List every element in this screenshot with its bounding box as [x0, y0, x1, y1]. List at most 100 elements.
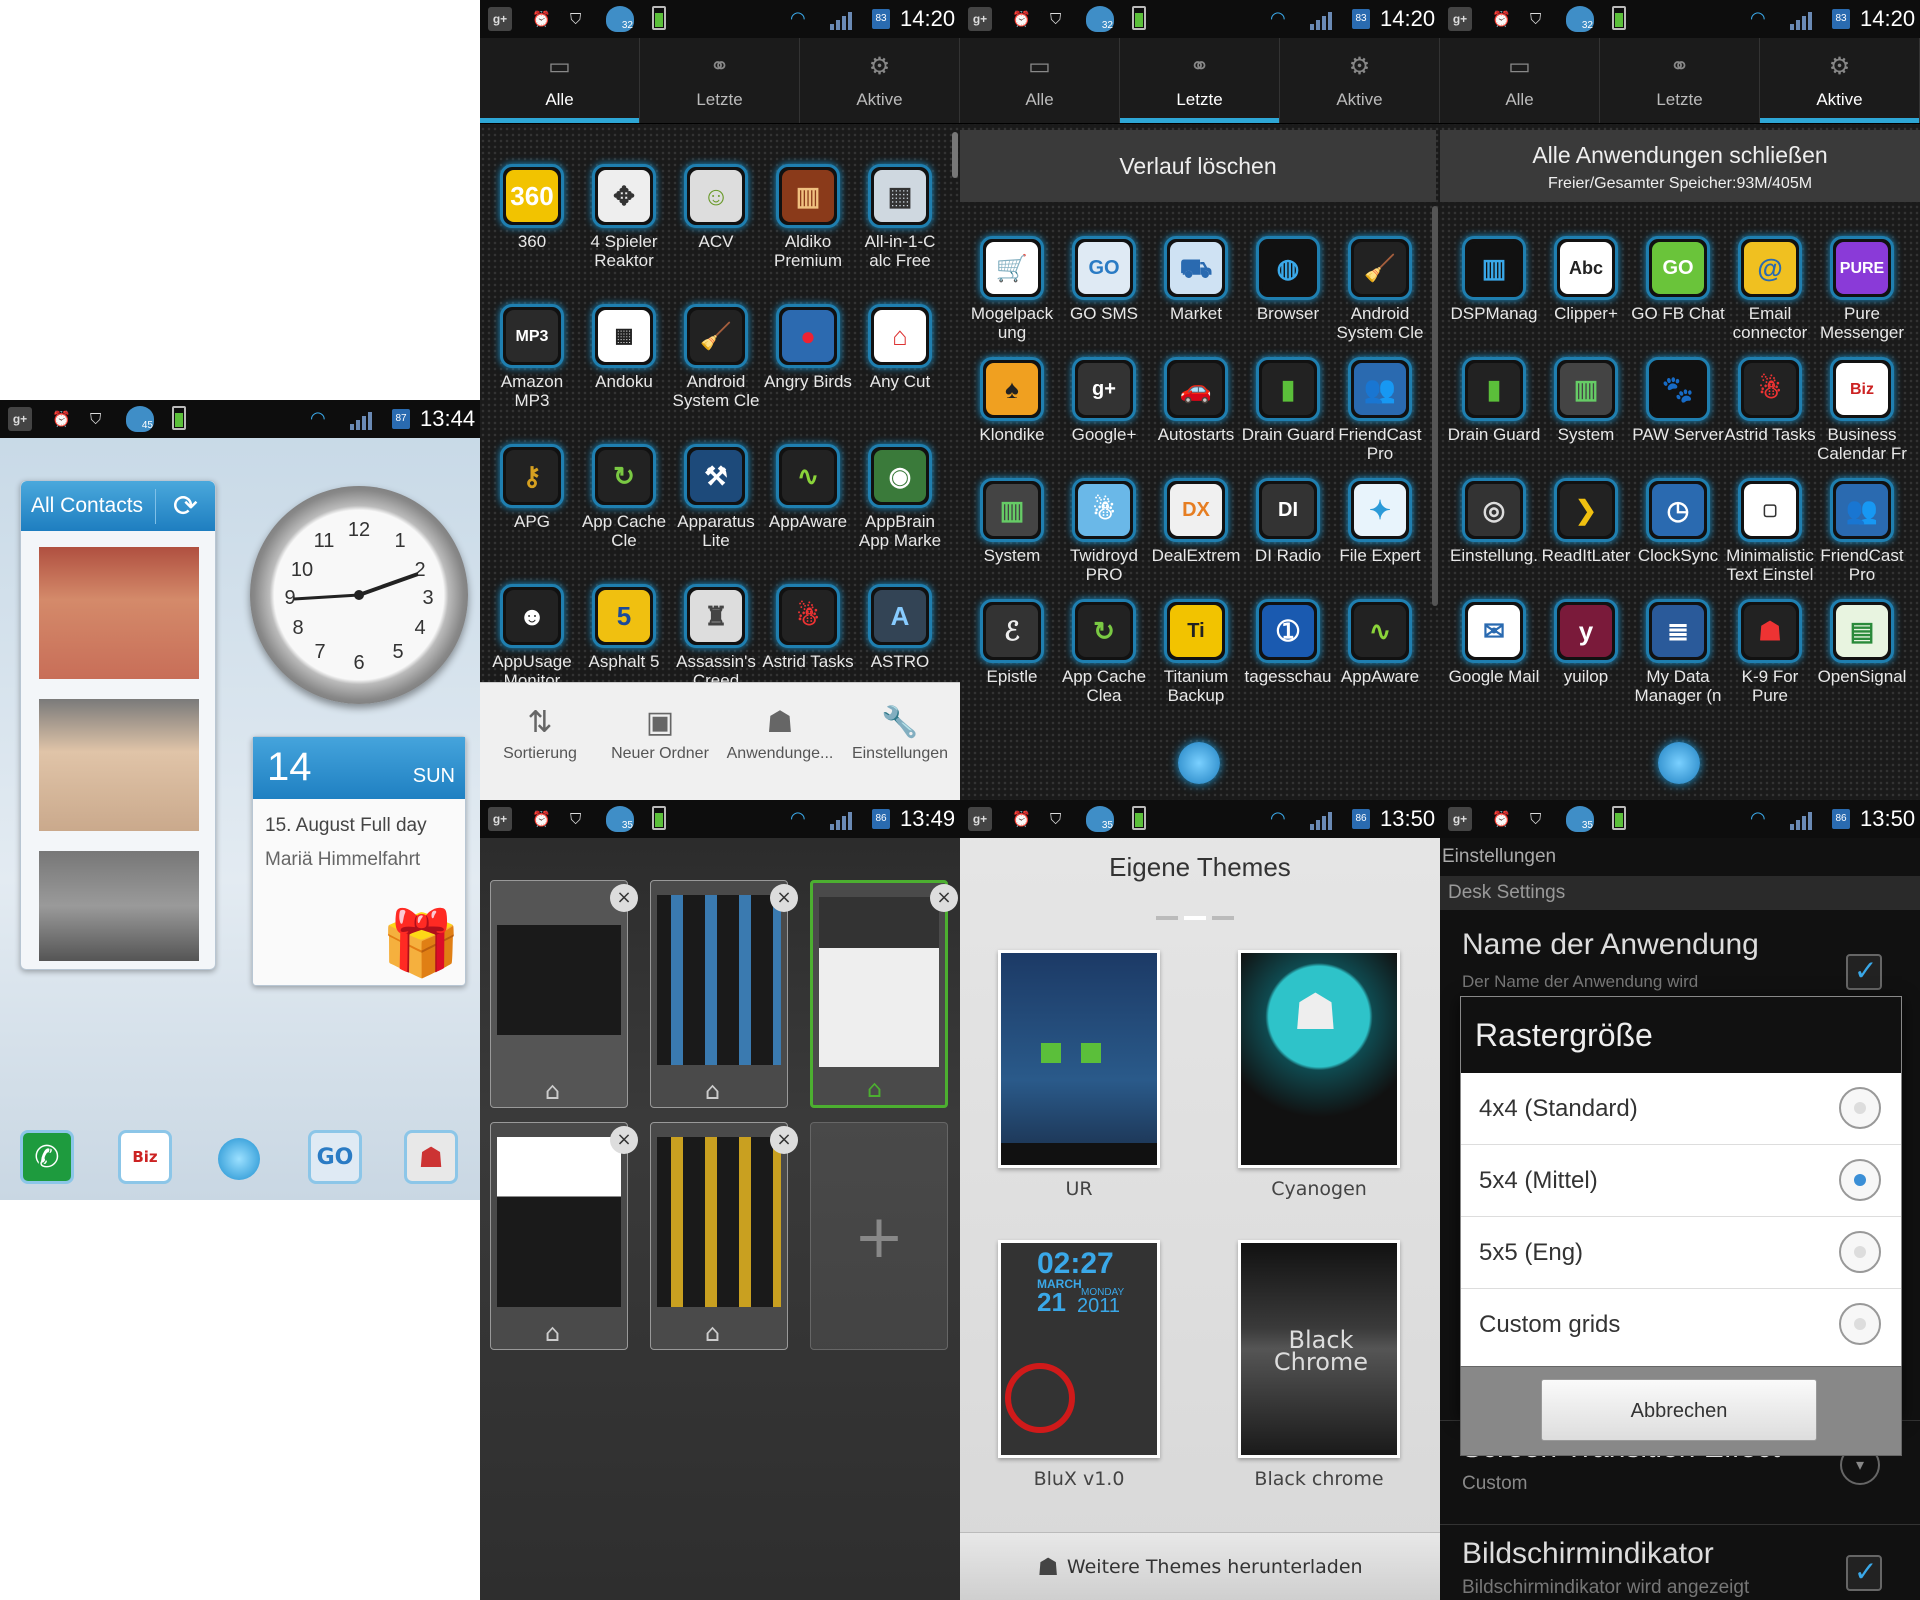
- app-icon[interactable]: ▢ Minimalistic Text Einstel: [1724, 478, 1816, 599]
- refresh-icon[interactable]: ⟳: [155, 488, 215, 524]
- close-all-button[interactable]: Alle Anwendungen schließen Freier/Gesamt…: [1440, 130, 1920, 202]
- app-icon[interactable]: 👥 FriendCast Pro: [1816, 478, 1908, 599]
- contact-photo[interactable]: [39, 851, 199, 961]
- app-icon[interactable]: GO GO FB Chat: [1631, 236, 1725, 357]
- calendar-icon[interactable]: Biz: [118, 1130, 172, 1184]
- tab-recent[interactable]: ⚭ Letzte: [640, 38, 800, 123]
- app-icon[interactable]: ❯ ReadItLater: [1540, 478, 1632, 599]
- app-icon[interactable]: 👥 FriendCast Pro: [1334, 357, 1426, 478]
- app-icon[interactable]: ▥ System: [1540, 357, 1632, 478]
- home-icon[interactable]: ⌂: [545, 1077, 560, 1105]
- tab-active[interactable]: ⚙ Aktive: [1280, 38, 1440, 123]
- app-icon[interactable]: ▥ DSPManag: [1448, 236, 1540, 357]
- app-icon[interactable]: DI DI Radio: [1242, 478, 1334, 599]
- indicator-checkbox[interactable]: [1846, 1555, 1882, 1591]
- dialog-option[interactable]: Custom grids: [1461, 1289, 1901, 1361]
- app-icon[interactable]: ◍ Browser: [1242, 236, 1334, 357]
- close-icon[interactable]: ×: [770, 1126, 798, 1154]
- add-screen-button[interactable]: +: [810, 1122, 948, 1350]
- robot-icon[interactable]: ☗: [404, 1130, 458, 1184]
- app-icon[interactable]: ▦ Andoku: [578, 304, 670, 444]
- close-icon[interactable]: ×: [770, 884, 798, 912]
- app-icon[interactable]: @ Email connector: [1724, 236, 1816, 357]
- tab-all[interactable]: ▭ Alle: [480, 38, 640, 123]
- app-icon[interactable]: ▦ All-in-1-C alc Free: [854, 164, 946, 304]
- app-icon[interactable]: 🧹 Android System Cle: [670, 304, 762, 444]
- app-icon[interactable]: g+ Google+: [1058, 357, 1150, 478]
- close-icon[interactable]: ×: [610, 1126, 638, 1154]
- app-icon[interactable]: ≣ My Data Manager (n: [1632, 599, 1724, 720]
- app-icon[interactable]: ● Angry Birds: [762, 304, 854, 444]
- app-icon[interactable]: ⚷ APG: [486, 444, 578, 584]
- contacts-widget[interactable]: All Contacts ⟳: [20, 480, 216, 970]
- tab-recent[interactable]: ⚭ Letzte: [1120, 38, 1280, 123]
- scrollbar[interactable]: [952, 132, 958, 178]
- settings-button[interactable]: 🔧 Einstellungen: [840, 683, 960, 800]
- clear-history-button[interactable]: Verlauf löschen: [960, 130, 1436, 202]
- app-icon[interactable]: ↻ App Cache Clea: [1058, 599, 1150, 720]
- tab-active[interactable]: ⚙ Aktive: [800, 38, 960, 123]
- app-icon[interactable]: 360 360: [486, 164, 578, 304]
- app-icon[interactable]: MP3 Amazon MP3: [486, 304, 578, 444]
- chat-icon[interactable]: GO: [308, 1130, 362, 1184]
- option-radio-selected[interactable]: [1839, 1159, 1881, 1201]
- analog-clock-widget[interactable]: 12 1 2 3 4 5 6 7 8 9 10 11: [250, 486, 468, 704]
- theme-card-blux[interactable]: 02:27 MARCH 21 MONDAY 2011: [998, 1240, 1160, 1458]
- app-name-checkbox[interactable]: [1846, 954, 1882, 990]
- option-radio[interactable]: [1839, 1231, 1881, 1273]
- home-icon[interactable]: ⌂: [705, 1319, 720, 1347]
- app-icon[interactable]: ➀ tagesschau: [1242, 599, 1334, 720]
- app-icon[interactable]: ▥ System: [966, 478, 1058, 599]
- phone-icon[interactable]: ✆: [20, 1130, 74, 1184]
- app-icon[interactable]: ✥ 4 Spieler Reaktor: [578, 164, 670, 304]
- app-icon[interactable]: Abc Clipper+: [1540, 236, 1632, 357]
- app-icon[interactable]: ↻ App Cache Cle: [578, 444, 670, 584]
- app-icon[interactable]: 🚗 Autostarts: [1150, 357, 1242, 478]
- close-icon[interactable]: ×: [930, 884, 958, 912]
- app-icon[interactable]: ⚒ Apparatus Lite: [670, 444, 762, 584]
- dialog-option[interactable]: 4x4 (Standard): [1461, 1073, 1901, 1145]
- theme-card-black-chrome[interactable]: Black Chrome: [1238, 1240, 1400, 1458]
- app-icon[interactable]: ◉ AppBrain App Marke: [854, 444, 946, 584]
- dialog-option[interactable]: 5x4 (Mittel): [1461, 1145, 1901, 1217]
- tab-active[interactable]: ⚙ Aktive: [1760, 38, 1920, 123]
- calendar-widget[interactable]: 14 SUN 15. August Full day Mariä Himmelf…: [252, 736, 466, 986]
- app-icon[interactable]: ℰ Epistle: [966, 599, 1058, 720]
- apps-button[interactable]: ☗ Anwendunge...: [720, 683, 840, 800]
- app-icon[interactable]: ☃ Twidroyd PRO: [1058, 478, 1150, 599]
- app-icon[interactable]: ✦ File Expert: [1334, 478, 1426, 599]
- home-icon[interactable]: ⌂: [867, 1075, 882, 1103]
- option-radio[interactable]: [1839, 1087, 1881, 1129]
- new-folder-button[interactable]: ▣ Neuer Ordner: [600, 683, 720, 800]
- contact-photo[interactable]: [39, 699, 199, 831]
- app-icon[interactable]: y yuilop: [1540, 599, 1632, 720]
- app-icon[interactable]: PURE Pure Messenger: [1816, 236, 1908, 357]
- cancel-button[interactable]: Abbrechen: [1541, 1379, 1817, 1441]
- app-icon[interactable]: ☺ ACV: [670, 164, 762, 304]
- theme-card-cyanogen[interactable]: ☗: [1238, 950, 1400, 1168]
- app-icon[interactable]: ▥ Aldiko Premium: [762, 164, 854, 304]
- app-icon[interactable]: Biz Business Calendar Fr: [1816, 357, 1908, 478]
- dialog-option[interactable]: 5x5 (Eng): [1461, 1217, 1901, 1289]
- theme-card-ur[interactable]: [998, 950, 1160, 1168]
- screen-thumbnail[interactable]: ⌂: [490, 880, 628, 1108]
- app-icon[interactable]: DX DealExtrem: [1150, 478, 1242, 599]
- app-icon[interactable]: 🛒 Mogelpack ung: [966, 236, 1058, 357]
- contact-photo[interactable]: [39, 547, 199, 679]
- screen-thumbnail-home[interactable]: ⌂: [810, 880, 948, 1108]
- home-icon[interactable]: ⌂: [545, 1319, 560, 1347]
- app-icon[interactable]: 🧹 Android System Cle: [1334, 236, 1426, 357]
- app-icon[interactable]: ∿ AppAware: [762, 444, 854, 584]
- sort-button[interactable]: ⇅ Sortierung: [480, 683, 600, 800]
- app-icon[interactable]: ◎ Einstellung.: [1448, 478, 1540, 599]
- app-icon[interactable]: GO GO SMS: [1058, 236, 1150, 357]
- home-dot-icon[interactable]: [218, 1138, 260, 1180]
- scrollbar[interactable]: [1432, 206, 1438, 606]
- app-icon[interactable]: ▤ OpenSignal: [1816, 599, 1908, 720]
- app-icon[interactable]: ▮ Drain Guard: [1448, 357, 1540, 478]
- home-dot-icon[interactable]: [1178, 742, 1220, 784]
- setting-indicator[interactable]: Bildschirmindikator Bildschirmindikator …: [1440, 1524, 1920, 1600]
- app-icon[interactable]: ⛟ Market: [1150, 236, 1242, 357]
- option-radio[interactable]: [1839, 1303, 1881, 1345]
- screen-thumbnail[interactable]: ⌂: [650, 880, 788, 1108]
